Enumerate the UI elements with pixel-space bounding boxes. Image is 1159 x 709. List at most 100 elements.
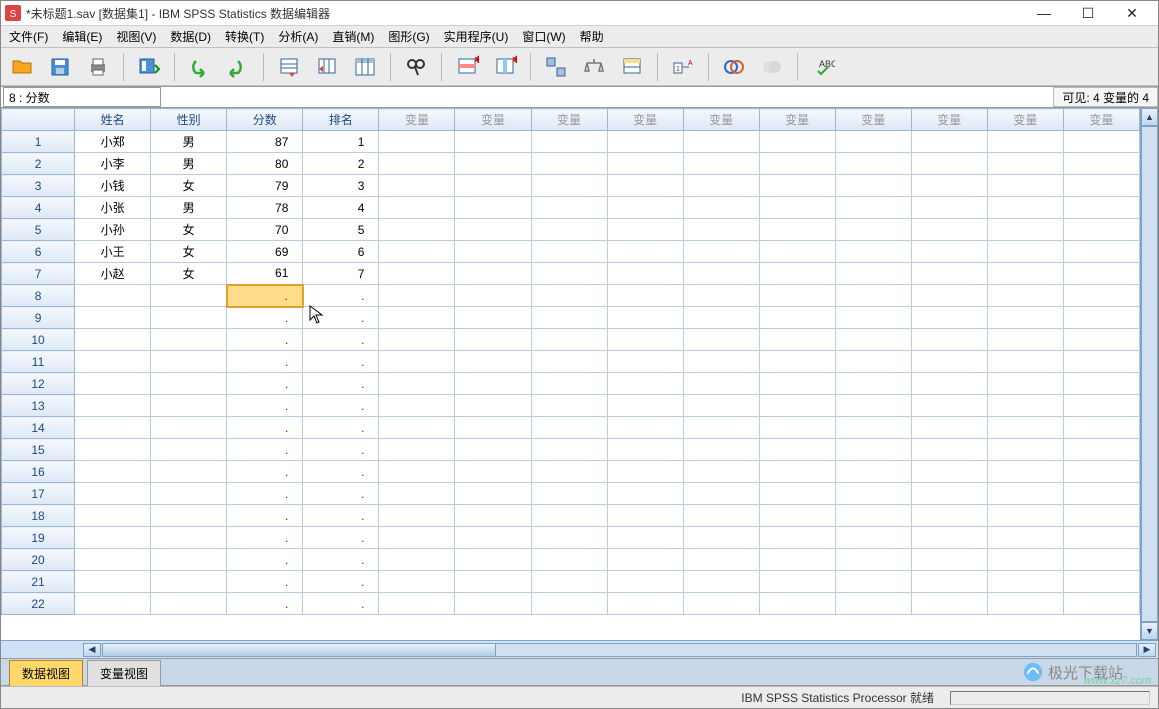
empty-cell[interactable] — [683, 175, 759, 197]
data-cell[interactable] — [75, 417, 151, 439]
empty-cell[interactable] — [835, 439, 911, 461]
empty-cell[interactable] — [759, 483, 835, 505]
data-cell[interactable]: 小赵 — [75, 263, 151, 285]
empty-cell[interactable] — [835, 241, 911, 263]
empty-cell[interactable] — [911, 483, 987, 505]
data-cell[interactable]: . — [303, 417, 379, 439]
empty-cell[interactable] — [531, 373, 607, 395]
empty-cell[interactable] — [683, 329, 759, 351]
empty-cell[interactable] — [835, 593, 911, 615]
empty-cell[interactable] — [987, 153, 1063, 175]
empty-cell[interactable] — [1063, 175, 1139, 197]
empty-cell[interactable] — [531, 461, 607, 483]
menu-view[interactable]: 视图(V) — [112, 26, 160, 47]
menu-file[interactable]: 文件(F) — [5, 26, 52, 47]
empty-cell[interactable] — [683, 527, 759, 549]
data-cell[interactable] — [75, 483, 151, 505]
empty-cell[interactable] — [987, 329, 1063, 351]
empty-cell[interactable] — [531, 153, 607, 175]
insert-case-icon[interactable]: ✱ — [452, 52, 482, 82]
empty-cell[interactable] — [455, 153, 531, 175]
empty-cell[interactable] — [759, 219, 835, 241]
data-cell[interactable]: 61 — [227, 263, 303, 285]
menu-graphs[interactable]: 图形(G) — [384, 26, 433, 47]
empty-cell[interactable] — [835, 549, 911, 571]
empty-cell[interactable] — [987, 483, 1063, 505]
empty-cell[interactable] — [759, 241, 835, 263]
data-cell[interactable]: 女 — [151, 263, 227, 285]
empty-cell[interactable] — [531, 571, 607, 593]
data-cell[interactable] — [151, 505, 227, 527]
data-cell[interactable]: . — [303, 285, 379, 307]
empty-cell[interactable] — [607, 131, 683, 153]
row-header[interactable]: 17 — [2, 483, 75, 505]
data-cell[interactable]: . — [227, 373, 303, 395]
empty-cell[interactable] — [987, 461, 1063, 483]
data-cell[interactable]: 小李 — [75, 153, 151, 175]
data-cell[interactable] — [75, 395, 151, 417]
empty-cell[interactable] — [835, 175, 911, 197]
empty-cell[interactable] — [683, 131, 759, 153]
empty-cell[interactable] — [1063, 483, 1139, 505]
data-cell[interactable]: 79 — [227, 175, 303, 197]
empty-cell[interactable] — [531, 417, 607, 439]
row-header[interactable]: 8 — [2, 285, 75, 307]
empty-cell[interactable] — [379, 263, 455, 285]
data-cell[interactable]: 男 — [151, 153, 227, 175]
menu-analyze[interactable]: 分析(A) — [274, 26, 322, 47]
empty-cell[interactable] — [759, 439, 835, 461]
split-file-icon[interactable] — [541, 52, 571, 82]
empty-cell[interactable] — [531, 593, 607, 615]
row-header[interactable]: 7 — [2, 263, 75, 285]
empty-cell[interactable] — [987, 571, 1063, 593]
show-all-icon[interactable] — [757, 52, 787, 82]
goto-case-icon[interactable] — [274, 52, 304, 82]
empty-cell[interactable] — [455, 175, 531, 197]
menu-window[interactable]: 窗口(W) — [518, 26, 569, 47]
data-grid[interactable]: 姓名性别分数排名变量变量变量变量变量变量变量变量变量变量1小郑男8712小李男8… — [1, 108, 1140, 640]
data-cell[interactable]: . — [303, 461, 379, 483]
empty-cell[interactable] — [531, 175, 607, 197]
empty-cell[interactable] — [835, 483, 911, 505]
data-cell[interactable]: 6 — [303, 241, 379, 263]
use-sets-icon[interactable] — [719, 52, 749, 82]
empty-cell[interactable] — [987, 549, 1063, 571]
empty-cell[interactable] — [455, 373, 531, 395]
empty-cell[interactable] — [455, 131, 531, 153]
empty-cell[interactable] — [683, 373, 759, 395]
empty-cell[interactable] — [683, 461, 759, 483]
empty-cell[interactable] — [759, 153, 835, 175]
empty-cell[interactable] — [455, 505, 531, 527]
scroll-up-icon[interactable]: ▲ — [1141, 108, 1158, 126]
empty-cell[interactable] — [835, 461, 911, 483]
empty-cell[interactable] — [1063, 263, 1139, 285]
data-cell[interactable]: 69 — [227, 241, 303, 263]
empty-cell[interactable] — [835, 197, 911, 219]
menu-edit[interactable]: 编辑(E) — [58, 26, 106, 47]
empty-cell[interactable] — [759, 263, 835, 285]
empty-cell[interactable] — [987, 527, 1063, 549]
empty-cell[interactable] — [1063, 593, 1139, 615]
data-cell[interactable]: . — [303, 549, 379, 571]
data-cell[interactable] — [151, 593, 227, 615]
empty-cell[interactable] — [683, 549, 759, 571]
data-cell[interactable]: 小张 — [75, 197, 151, 219]
empty-cell[interactable] — [1063, 549, 1139, 571]
empty-cell[interactable] — [607, 307, 683, 329]
empty-cell[interactable] — [1063, 527, 1139, 549]
minimize-button[interactable]: — — [1022, 1, 1066, 25]
empty-var-header[interactable]: 变量 — [683, 109, 759, 131]
row-header[interactable]: 11 — [2, 351, 75, 373]
empty-cell[interactable] — [759, 505, 835, 527]
data-cell[interactable] — [75, 373, 151, 395]
data-cell[interactable] — [151, 549, 227, 571]
empty-cell[interactable] — [759, 461, 835, 483]
empty-cell[interactable] — [455, 395, 531, 417]
empty-cell[interactable] — [531, 483, 607, 505]
empty-cell[interactable] — [379, 351, 455, 373]
empty-cell[interactable] — [835, 527, 911, 549]
empty-cell[interactable] — [683, 417, 759, 439]
data-cell[interactable] — [75, 307, 151, 329]
empty-cell[interactable] — [607, 351, 683, 373]
empty-cell[interactable] — [531, 395, 607, 417]
